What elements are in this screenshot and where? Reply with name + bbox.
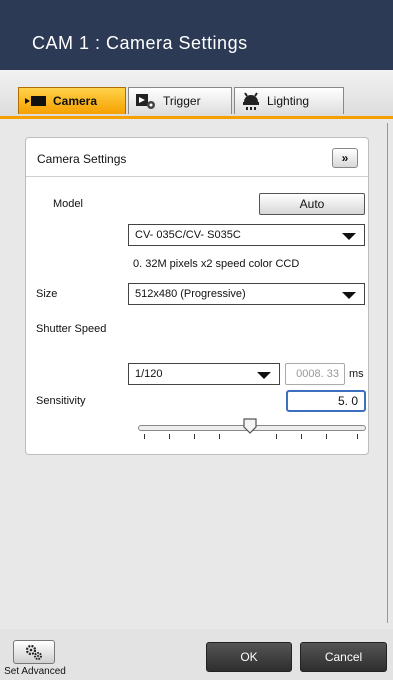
expand-button[interactable]: » [332, 148, 358, 168]
auto-button[interactable]: Auto [259, 193, 365, 215]
slider-tick [276, 434, 277, 439]
shutter-speed-label: Shutter Speed [36, 323, 107, 335]
shutter-speed-select[interactable]: 1/120 [128, 363, 280, 385]
tab-lighting-label: Lighting [267, 94, 310, 108]
window-title: CAM 1 : Camera Settings [32, 33, 248, 53]
panel-header: Camera Settings » [26, 138, 368, 177]
slider-tick [357, 434, 358, 439]
chevron-down-icon [342, 292, 356, 299]
content-area: Camera Settings » Model Auto CV- 035C/CV… [0, 119, 393, 629]
camera-icon [25, 95, 47, 107]
tab-camera[interactable]: Camera [18, 87, 126, 114]
ok-button[interactable]: OK [206, 642, 292, 672]
model-info: 0. 32M pixels x2 speed color CCD [133, 258, 300, 270]
slider-tick [194, 434, 195, 439]
tab-strip: Camera Trigger Lighting [0, 70, 393, 117]
tab-lighting[interactable]: Lighting [234, 87, 344, 114]
slider-tick [144, 434, 145, 439]
model-select-value: CV- 035C/CV- S035C [135, 229, 241, 241]
title-bar: CAM 1 : Camera Settings [0, 0, 393, 70]
slider-tick [169, 434, 170, 439]
slider-tick [219, 434, 220, 439]
bottom-bar: Set Advanced OK Cancel [0, 629, 393, 680]
gears-icon [25, 644, 42, 660]
cancel-button[interactable]: Cancel [300, 642, 387, 672]
size-label: Size [36, 288, 58, 300]
tab-trigger[interactable]: Trigger [128, 87, 232, 114]
trigger-icon [135, 92, 157, 110]
size-select[interactable]: 512x480 (Progressive) [128, 283, 365, 305]
chevron-down-icon [257, 372, 271, 379]
set-advanced-button[interactable] [13, 640, 55, 664]
camera-settings-panel: Camera Settings » Model Auto CV- 035C/CV… [25, 137, 369, 455]
shutter-unit-label: ms [349, 368, 364, 380]
chevron-down-icon [342, 233, 356, 240]
slider-tick [301, 434, 302, 439]
tab-trigger-label: Trigger [163, 94, 201, 108]
model-select[interactable]: CV- 035C/CV- S035C [128, 224, 365, 246]
slider-tick [326, 434, 327, 439]
sensitivity-label: Sensitivity [36, 395, 86, 407]
tab-camera-label: Camera [53, 94, 98, 108]
scrollbar[interactable] [387, 123, 391, 623]
sensitivity-input[interactable]: 5. 0 [286, 390, 366, 412]
shutter-ms-field: 0008. 33 [285, 363, 345, 385]
slider-thumb[interactable] [242, 418, 258, 434]
model-label: Model [53, 198, 83, 210]
lighting-icon [241, 92, 261, 110]
size-select-value: 512x480 (Progressive) [135, 288, 246, 300]
set-advanced-label: Set Advanced [4, 666, 66, 677]
shutter-speed-value: 1/120 [135, 368, 163, 380]
panel-title: Camera Settings [37, 152, 127, 166]
